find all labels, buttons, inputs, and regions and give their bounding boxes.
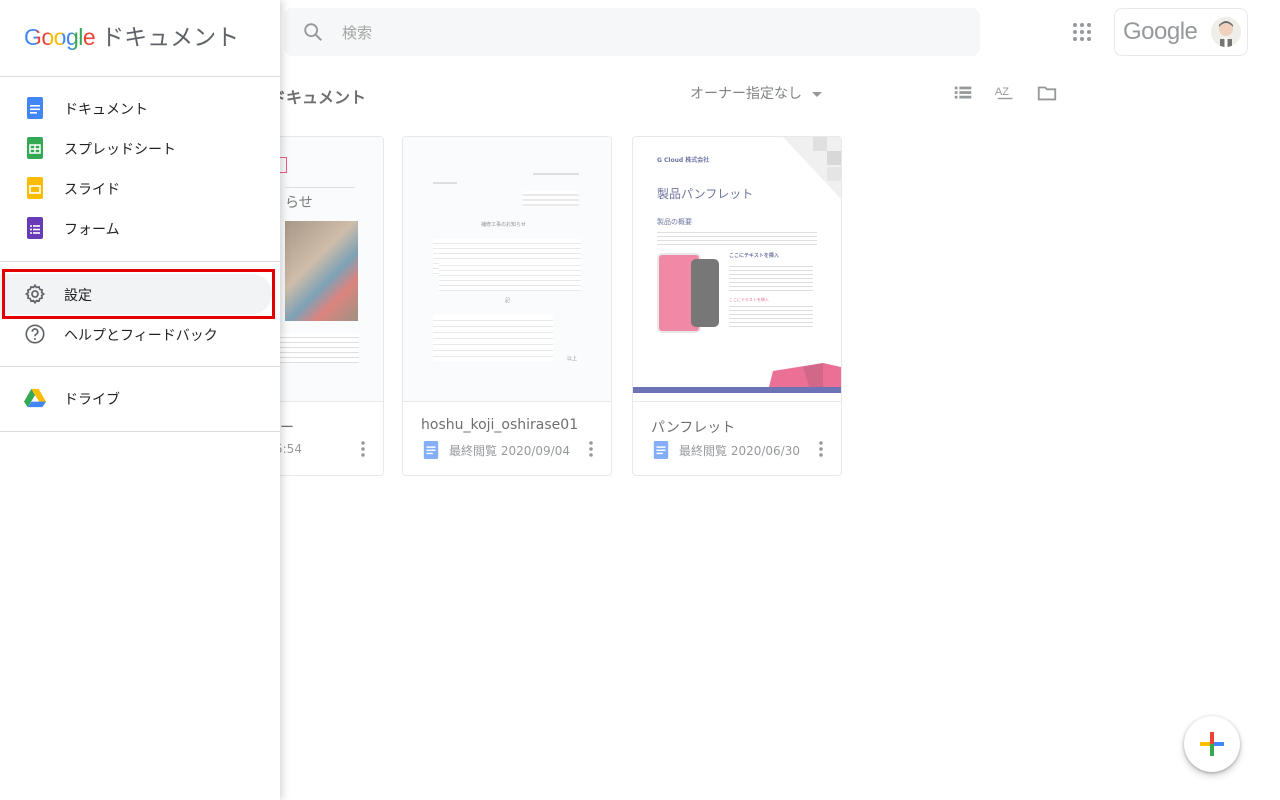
help-icon	[25, 324, 45, 344]
drawer-item-label: ドライブ	[64, 392, 120, 408]
drawer-item-label: フォーム	[64, 222, 120, 238]
drawer-item-help[interactable]: ヘルプとフィードバック	[0, 314, 280, 354]
drawer-item-slides[interactable]: スライド	[0, 168, 280, 208]
google-logo: Google	[24, 24, 96, 50]
highlight-box	[2, 269, 275, 319]
plus-icon	[1200, 732, 1224, 756]
divider	[0, 76, 280, 77]
forms-icon	[27, 217, 43, 239]
drawer-item-label: ヘルプとフィードバック	[64, 328, 218, 344]
app-brand[interactable]: Google ドキュメント	[24, 18, 239, 52]
slides-icon	[27, 177, 43, 199]
drawer-item-label: スライド	[64, 182, 120, 198]
divider	[0, 366, 280, 367]
divider	[0, 261, 280, 262]
drive-icon	[24, 388, 46, 408]
new-document-button[interactable]	[1184, 716, 1240, 772]
drawer-item-forms[interactable]: フォーム	[0, 208, 280, 248]
sheets-icon	[27, 137, 43, 159]
navigation-drawer: Google ドキュメント ドキュメント スプレッドシート スライド フォーム 設…	[0, 0, 280, 800]
docs-icon	[27, 97, 43, 119]
drawer-item-label: ドキュメント	[64, 102, 148, 118]
app-title: ドキュメント	[101, 25, 240, 51]
drawer-item-docs[interactable]: ドキュメント	[0, 88, 280, 128]
drawer-item-sheets[interactable]: スプレッドシート	[0, 128, 280, 168]
drawer-item-label: スプレッドシート	[64, 142, 176, 158]
divider	[0, 431, 280, 432]
drawer-item-drive[interactable]: ドライブ	[0, 378, 280, 418]
